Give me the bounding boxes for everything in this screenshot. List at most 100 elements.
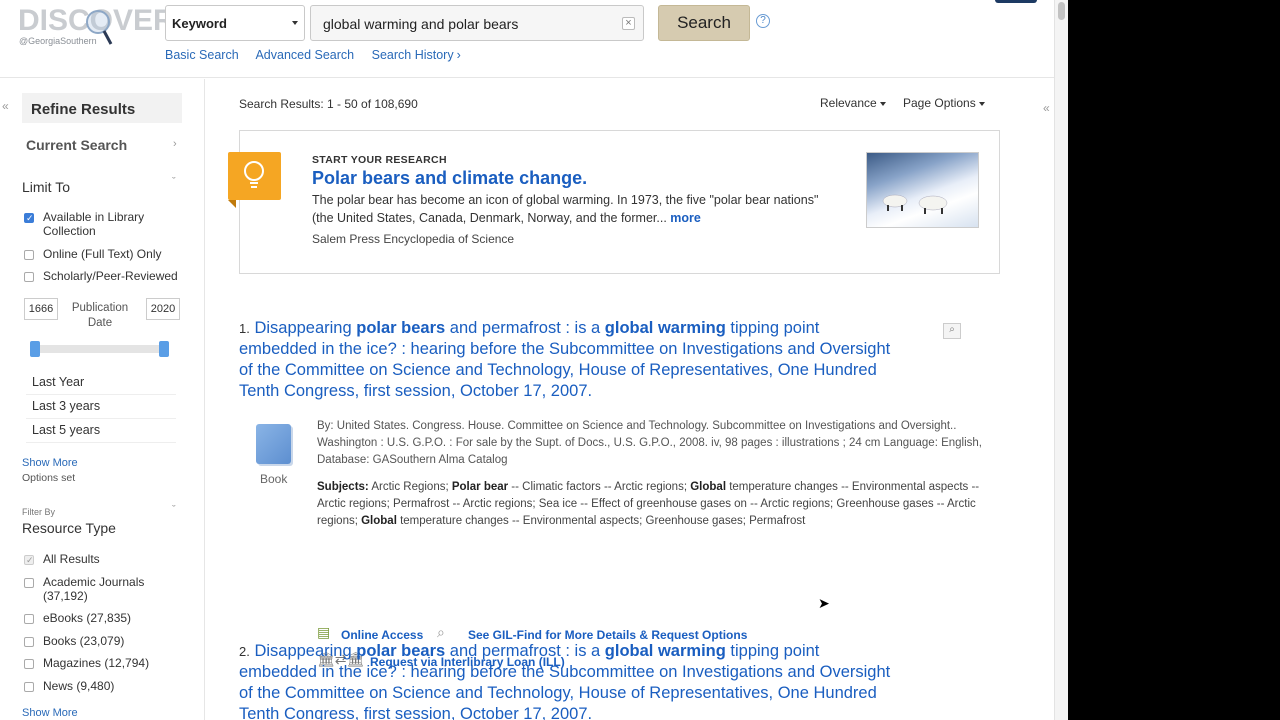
sort-relevance-dropdown[interactable]: Relevance: [820, 96, 886, 110]
collapse-left-icon[interactable]: «: [2, 99, 9, 113]
resource-label: News (9,480): [43, 679, 115, 693]
result-title-link[interactable]: 1. Disappearing polar bears and permafro…: [239, 318, 899, 402]
search-input-value: global warming and polar bears: [323, 16, 519, 32]
filter-by-label: Filter By: [22, 507, 56, 517]
page-options-dropdown[interactable]: Page Options: [903, 96, 985, 110]
limit-to-heading[interactable]: Limit To: [22, 179, 70, 195]
search-history-label: Search History: [371, 48, 454, 62]
checkbox[interactable]: [24, 682, 34, 692]
search-field-select[interactable]: Keyword: [165, 5, 305, 41]
resource-label: Magazines (12,794): [43, 656, 150, 670]
chevron-down-icon: [292, 21, 298, 25]
resource-label: All Results: [43, 552, 100, 566]
page-scrollbar[interactable]: [1054, 0, 1068, 720]
limit-label: Scholarly/Peer-Reviewed: [43, 269, 178, 283]
subjects-label: Subjects:: [317, 481, 369, 493]
search-input[interactable]: global warming and polar bears ×: [310, 5, 644, 41]
year-to-input[interactable]: 2020: [146, 298, 180, 320]
current-search-toggle[interactable]: Current Search: [26, 137, 127, 153]
date-slider-max-handle[interactable]: [159, 341, 169, 357]
research-kicker: START YOUR RESEARCH: [312, 154, 447, 166]
gil-find-link[interactable]: See GIL-Find for More Details & Request …: [468, 628, 747, 642]
checkbox[interactable]: [24, 250, 34, 260]
checkbox[interactable]: [24, 553, 34, 567]
search-button[interactable]: Search: [658, 5, 750, 41]
field-select-value: Keyword: [172, 16, 227, 31]
checkbox[interactable]: [24, 659, 34, 669]
online-access-icon: ▤: [317, 624, 331, 640]
title-highlight: global warming: [604, 319, 726, 337]
date-range-last-3-years[interactable]: Last 3 years: [26, 394, 176, 419]
title-highlight: polar bears: [356, 319, 446, 337]
show-more-resources-link[interactable]: Show More: [22, 707, 78, 719]
refine-results-title: Refine Results: [22, 93, 182, 123]
polar-bears-image[interactable]: [866, 152, 979, 228]
results-count: Search Results: 1 - 50 of 108,690: [239, 97, 418, 111]
mouse-cursor-icon: ➤: [818, 595, 830, 611]
show-more-limits-link[interactable]: Show More: [22, 457, 78, 469]
result-subjects: Subjects: Arctic Regions; Polar bear -- …: [317, 479, 1007, 530]
collapse-right-icon[interactable]: «: [1043, 101, 1050, 115]
research-summary: The polar bear has become an icon of glo…: [312, 191, 842, 227]
date-range-last-5-years[interactable]: Last 5 years: [26, 418, 176, 443]
year-from-input[interactable]: 1666: [24, 298, 58, 320]
date-slider-min-handle[interactable]: [30, 341, 40, 357]
resource-label: eBooks (27,835): [43, 611, 132, 625]
advanced-search-link[interactable]: Advanced Search: [255, 48, 354, 62]
discover-page: DISCOVER @GeorgiaSouthern Keyword global…: [0, 0, 1068, 720]
logo-subtitle: @GeorgiaSouthern: [19, 36, 97, 46]
chevron-down-icon: ˇ: [172, 504, 176, 516]
help-icon[interactable]: ?: [756, 14, 770, 28]
checkbox[interactable]: [24, 637, 34, 647]
scrollbar-thumb[interactable]: [1058, 2, 1065, 20]
research-title-link[interactable]: Polar bears and climate change.: [312, 168, 587, 189]
research-starter-box: START YOUR RESEARCH Polar bears and clim…: [228, 130, 1000, 274]
publication-date-label: Publication Date: [71, 302, 129, 329]
limit-label: Available in Library Collection: [43, 210, 145, 238]
checkbox[interactable]: [24, 272, 34, 282]
subject-part: Arctic Regions;: [368, 481, 452, 493]
account-tab[interactable]: [995, 0, 1037, 3]
more-link[interactable]: more: [670, 211, 701, 225]
subject-highlight: Global: [361, 515, 397, 527]
title-part: Disappearing: [254, 642, 357, 660]
search-links: Basic Search Advanced Search Search Hist…: [165, 48, 489, 62]
preview-magnifier-icon[interactable]: ⌕: [943, 323, 961, 339]
search-history-link[interactable]: Search History ›: [372, 48, 475, 62]
book-icon[interactable]: [256, 424, 291, 464]
result-title-link[interactable]: 2. Disappearing polar bears and permafro…: [239, 641, 899, 720]
results-main: Search Results: 1 - 50 of 108,690 Releva…: [206, 79, 1054, 720]
checkbox[interactable]: [24, 578, 34, 588]
subject-part: temperature changes -- Environmental asp…: [396, 515, 806, 527]
chevron-right-icon: ›: [173, 138, 177, 150]
online-access-link[interactable]: Online Access: [341, 628, 423, 642]
resource-type-heading[interactable]: Resource Type: [22, 520, 116, 536]
chevron-right-icon: ›: [456, 48, 461, 62]
research-source: Salem Press Encyclopedia of Science: [312, 232, 515, 246]
subject-part: -- Climatic factors -- Arctic regions;: [508, 481, 691, 493]
subject-highlight: Global: [690, 481, 727, 493]
result-metadata: By: United States. Congress. House. Comm…: [317, 420, 982, 466]
gil-find-icon: ⌕: [437, 624, 445, 640]
discover-logo[interactable]: DISCOVER @GeorgiaSouthern: [18, 4, 175, 48]
date-range-last-year[interactable]: Last Year: [26, 370, 176, 395]
resource-label: Books (23,079): [43, 634, 125, 648]
chevron-down-icon: [879, 101, 886, 106]
title-part: and permafrost : is a: [445, 642, 605, 660]
subject-highlight: Polar bear: [451, 481, 509, 493]
date-slider-track[interactable]: [34, 345, 164, 353]
header: DISCOVER @GeorgiaSouthern Keyword global…: [0, 0, 1054, 78]
title-highlight: polar bears: [356, 642, 446, 660]
options-set-link[interactable]: Options set: [22, 472, 75, 484]
bulb-tail: [228, 200, 236, 208]
sort-label: Relevance: [820, 96, 877, 110]
basic-search-link[interactable]: Basic Search: [165, 48, 239, 62]
result-number: 1.: [239, 321, 250, 336]
checkbox[interactable]: [24, 211, 34, 225]
checkbox[interactable]: [24, 614, 34, 624]
title-part: and permafrost : is a: [445, 319, 605, 337]
publication-type-label: Book: [260, 472, 288, 486]
refine-sidebar: « Refine Results Current Search › Limit …: [0, 79, 205, 720]
clear-icon[interactable]: ×: [622, 17, 635, 30]
research-text: The polar bear has become an icon of glo…: [312, 193, 819, 225]
